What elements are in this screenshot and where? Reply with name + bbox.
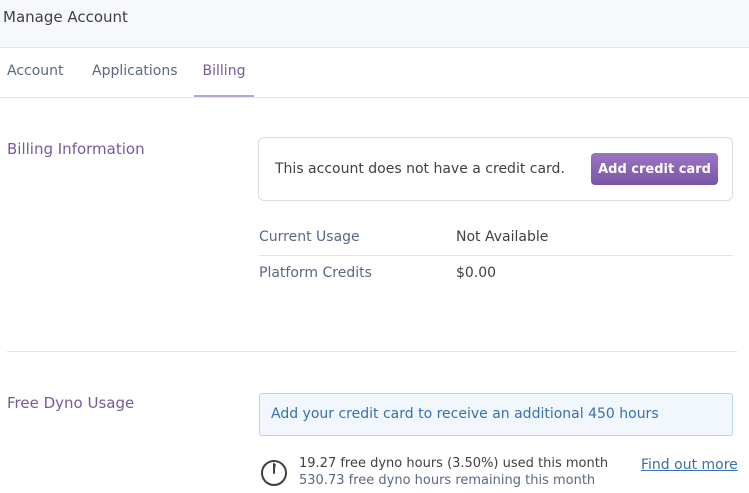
tab-bar: Account Applications Billing	[0, 48, 749, 98]
no-credit-card-message: This account does not have a credit card…	[275, 161, 565, 177]
page-header: Manage Account	[0, 0, 749, 48]
platform-credits-row: Platform Credits $0.00	[259, 256, 733, 291]
current-usage-label: Current Usage	[259, 229, 360, 245]
credit-card-panel: This account does not have a credit card…	[258, 137, 733, 201]
current-usage-row: Current Usage Not Available	[259, 220, 733, 256]
tab-applications[interactable]: Applications	[92, 48, 178, 97]
free-dyno-usage-heading: Free Dyno Usage	[7, 394, 135, 412]
platform-credits-label: Platform Credits	[259, 265, 372, 281]
add-card-notice: Add your credit card to receive an addit…	[259, 393, 733, 436]
current-usage-value: Not Available	[456, 229, 549, 245]
platform-credits-value: $0.00	[456, 265, 497, 281]
page-title: Manage Account	[3, 8, 128, 26]
dyno-usage-gauge-icon	[261, 460, 287, 486]
add-credit-card-button[interactable]: Add credit card	[591, 153, 718, 185]
tab-billing[interactable]: Billing	[194, 48, 254, 97]
find-out-more-link[interactable]: Find out more	[641, 457, 738, 473]
add-card-notice-text: Add your credit card to receive an addit…	[271, 406, 659, 422]
tab-account[interactable]: Account	[7, 48, 64, 97]
billing-information-heading: Billing Information	[7, 140, 145, 158]
section-divider	[7, 351, 737, 352]
dyno-hours-used: 19.27 free dyno hours (3.50%) used this …	[299, 456, 609, 471]
dyno-hours-remaining: 530.73 free dyno hours remaining this mo…	[299, 473, 596, 488]
